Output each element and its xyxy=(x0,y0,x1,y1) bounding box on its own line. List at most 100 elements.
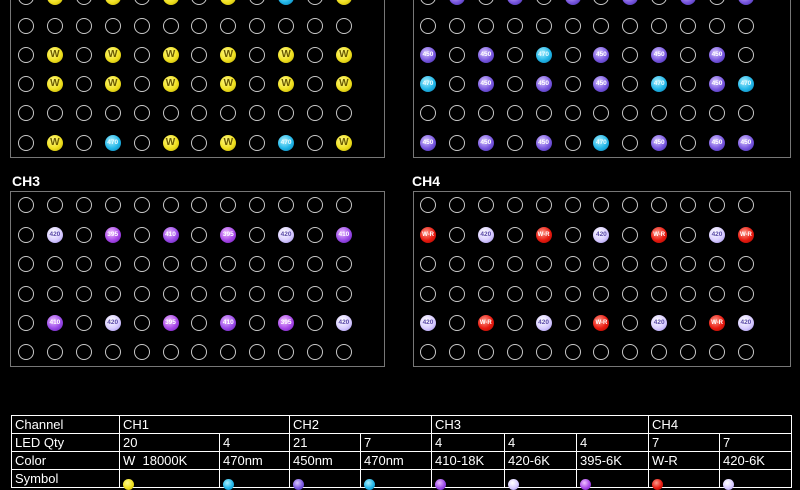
empty-led-icon xyxy=(104,256,121,272)
ch3-title: CH3 xyxy=(12,173,41,189)
white-led-icon: W xyxy=(46,135,63,151)
empty-led-icon xyxy=(307,135,323,151)
empty-led-icon xyxy=(18,47,34,63)
empty-led-icon xyxy=(709,105,725,121)
empty-led-icon xyxy=(506,135,523,151)
table-row-channel: Channel CH1 CH2 CH3 CH4 xyxy=(11,415,793,434)
empty-led-icon xyxy=(46,256,63,272)
led-410-icon: 410 xyxy=(46,315,63,331)
empty-led-icon xyxy=(133,135,150,151)
empty-led-icon xyxy=(564,47,581,63)
led-450-icon: 450 xyxy=(477,135,494,151)
empty-led-icon xyxy=(477,18,494,34)
empty-led-icon xyxy=(133,76,150,92)
empty-led-icon xyxy=(75,76,92,92)
led-450-icon: 450 xyxy=(477,76,494,92)
led-450-icon: 450 xyxy=(709,135,725,151)
white-led-icon: W xyxy=(278,47,295,63)
table-cell: 21 xyxy=(289,433,362,452)
empty-led-icon xyxy=(477,344,494,360)
empty-led-icon xyxy=(420,256,436,272)
empty-led-icon xyxy=(104,105,121,121)
table-cell: W 18000K xyxy=(119,451,220,470)
empty-led-icon xyxy=(737,197,754,213)
spec-table: Channel CH1 CH2 CH3 CH4 LED Qty 20 4 21 … xyxy=(11,415,793,490)
empty-led-icon xyxy=(506,197,523,213)
empty-led-icon xyxy=(75,344,92,360)
empty-led-icon xyxy=(75,135,92,151)
empty-led-icon xyxy=(680,315,697,331)
led-420-icon: 420 xyxy=(335,315,352,331)
table-cell: 7 xyxy=(648,433,721,452)
empty-led-icon xyxy=(448,76,465,92)
empty-led-icon xyxy=(18,76,34,92)
empty-led-icon xyxy=(75,47,92,63)
empty-led-icon xyxy=(448,47,465,63)
table-cell: W-R xyxy=(648,451,721,470)
empty-led-icon xyxy=(564,256,581,272)
table-cell: 4 xyxy=(431,433,506,452)
led-420-icon: 420 xyxy=(420,315,436,331)
empty-led-icon xyxy=(448,315,465,331)
led-450-icon: 450 xyxy=(535,76,552,92)
empty-led-icon xyxy=(477,197,494,213)
empty-led-icon xyxy=(104,286,121,302)
table-cell: CH1 xyxy=(118,415,291,434)
empty-led-icon xyxy=(680,256,697,272)
table-cell: CH3 xyxy=(431,415,650,434)
led-410-icon: 410 xyxy=(162,227,179,243)
empty-led-icon xyxy=(307,76,323,92)
empty-led-icon xyxy=(75,256,92,272)
empty-led-icon xyxy=(133,197,150,213)
empty-led-icon xyxy=(506,315,523,331)
empty-led-icon xyxy=(680,286,697,302)
empty-led-icon xyxy=(564,344,581,360)
empty-led-icon xyxy=(506,18,523,34)
empty-led-icon xyxy=(46,105,63,121)
table-cell: LED Qty xyxy=(11,433,120,452)
empty-led-icon xyxy=(133,286,150,302)
empty-led-icon xyxy=(307,344,323,360)
empty-led-icon xyxy=(737,286,754,302)
empty-led-icon xyxy=(307,197,323,213)
empty-led-icon xyxy=(18,256,34,272)
table-cell: CH2 xyxy=(289,415,433,434)
empty-led-icon xyxy=(564,197,581,213)
ch4-panel xyxy=(413,191,791,367)
empty-led-icon xyxy=(709,344,725,360)
empty-led-icon xyxy=(448,286,465,302)
empty-led-icon xyxy=(278,256,295,272)
empty-led-icon xyxy=(535,105,552,121)
led-470-icon: 470 xyxy=(737,76,754,92)
table-cell: Channel xyxy=(11,415,120,434)
empty-led-icon xyxy=(564,286,581,302)
empty-led-icon xyxy=(737,18,754,34)
empty-led-icon xyxy=(535,18,552,34)
table-cell: Color xyxy=(11,451,120,470)
table-cell: 7 xyxy=(360,433,433,452)
empty-led-icon xyxy=(162,344,179,360)
led-wr-icon: W-R xyxy=(535,227,552,243)
led-395-icon: 395 xyxy=(278,315,295,331)
empty-led-icon xyxy=(307,286,323,302)
empty-led-icon xyxy=(46,286,63,302)
white-led-icon: W xyxy=(162,47,179,63)
empty-led-icon xyxy=(278,18,295,34)
empty-led-icon xyxy=(448,197,465,213)
empty-led-icon xyxy=(46,197,63,213)
led-wr-icon: W-R xyxy=(477,315,494,331)
led-420-icon: 420 xyxy=(477,227,494,243)
empty-led-icon xyxy=(133,344,150,360)
empty-led-icon xyxy=(46,18,63,34)
empty-led-icon xyxy=(104,344,121,360)
white-led-icon: W xyxy=(46,76,63,92)
empty-led-icon xyxy=(448,18,465,34)
led-420-icon: 420 xyxy=(278,227,295,243)
symbol-icon-395 xyxy=(580,478,592,490)
empty-led-icon xyxy=(335,286,352,302)
empty-led-icon xyxy=(307,105,323,121)
empty-led-icon xyxy=(104,18,121,34)
white-led-icon: W xyxy=(278,76,295,92)
empty-led-icon xyxy=(477,286,494,302)
empty-led-icon xyxy=(18,135,34,151)
